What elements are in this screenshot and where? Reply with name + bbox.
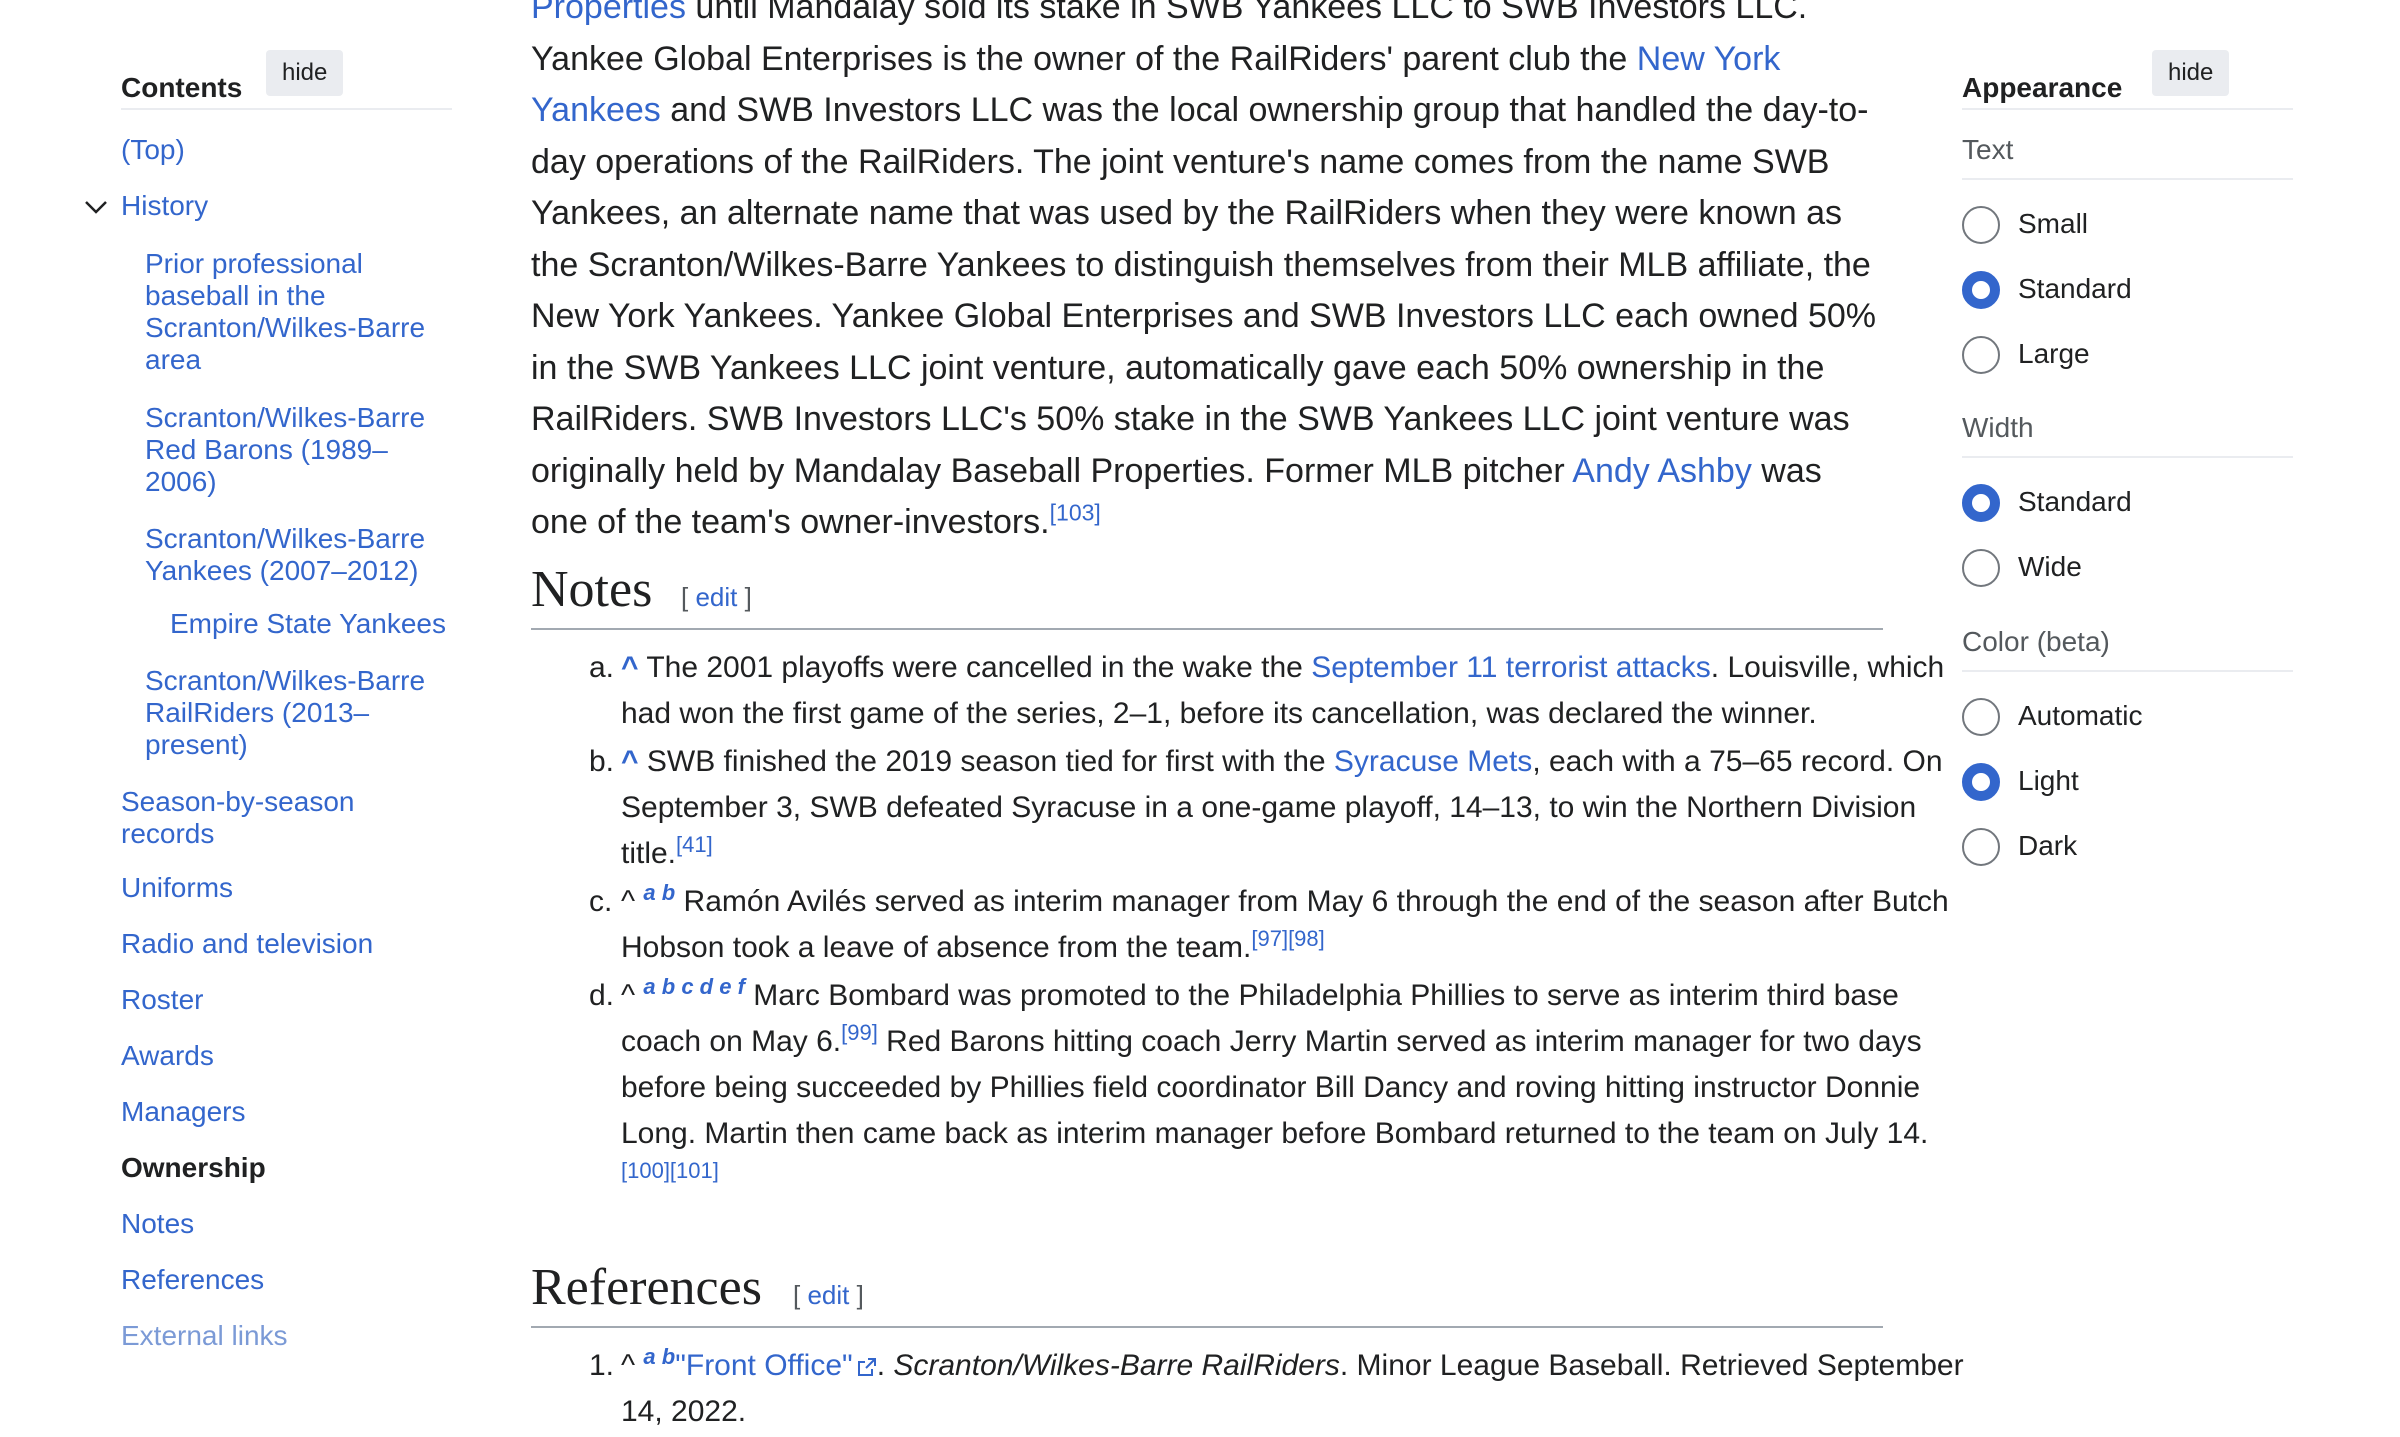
toc-item-notes[interactable]: Notes [121, 1208, 194, 1240]
citation-103[interactable]: [103] [1050, 500, 1101, 526]
citation-97-98[interactable]: [97][98] [1251, 926, 1324, 951]
appearance-title: Appearance [1962, 72, 2123, 103]
references-edit-link[interactable]: edit [807, 1280, 849, 1310]
note-item: a. ^ The 2001 playoffs were cancelled in… [589, 651, 1945, 730]
toc-item-references[interactable]: References [121, 1264, 264, 1296]
toc-item-awards[interactable]: Awards [121, 1040, 214, 1072]
references-edit-section: [ edit ] [793, 1280, 864, 1310]
toc-item-uniforms[interactable]: Uniforms [121, 872, 233, 904]
toc-item-prior-baseball[interactable]: Prior professional baseball in the Scran… [145, 248, 445, 376]
toc-header: Contents hide [121, 50, 452, 110]
appearance-hide-button[interactable]: hide [2152, 50, 2230, 96]
toc-item-swb-yankees[interactable]: Scranton/Wilkes-Barre Yankees (2007–2012… [145, 523, 445, 587]
notes-heading-title: Notes [531, 561, 653, 618]
toc-item-managers[interactable]: Managers [121, 1096, 246, 1128]
toc-item-radio-tv[interactable]: Radio and television [121, 928, 373, 960]
note-item: c. ^ a b Ramón Avilés served as interim … [589, 880, 1949, 965]
link-syracuse-mets[interactable]: Syracuse Mets [1334, 745, 1532, 778]
notes-list: a. ^ The 2001 playoffs were cancelled in… [531, 645, 1973, 1205]
link-properties[interactable]: Properties [531, 0, 686, 26]
toc-item-external-links[interactable]: External links [121, 1320, 288, 1352]
references-list: 1. ^ a b"Front Office". Scranton/Wilkes-… [531, 1343, 1973, 1437]
backlink-letters[interactable]: a b c d e f [643, 974, 744, 999]
references-heading: References [ edit ] [531, 1258, 1883, 1328]
radio-circle[interactable] [1962, 828, 2000, 866]
radio-circle-selected[interactable] [1962, 271, 2000, 309]
radio-circle[interactable] [1962, 698, 2000, 736]
link-andy-ashby[interactable]: Andy Ashby [1572, 452, 1752, 490]
backlink-letters[interactable]: a b [643, 880, 675, 905]
citation-100-101[interactable]: [100][101] [621, 1158, 719, 1183]
reference-work: Scranton/Wilkes-Barre RailRiders [893, 1349, 1340, 1382]
color-label: Color (beta) [1962, 626, 2293, 672]
text-size-label: Text [1962, 134, 2293, 180]
notes-edit-section: [ edit ] [681, 582, 752, 612]
toc-item-empire-state-yankees[interactable]: Empire State Yankees [170, 608, 470, 640]
backlink-caret[interactable]: ^ [621, 745, 639, 778]
toc-item-ownership[interactable]: Ownership [121, 1152, 266, 1184]
external-link-icon [857, 1358, 876, 1376]
toc-item-season-records[interactable]: Season-by-season records [121, 786, 421, 850]
notes-edit-link[interactable]: edit [695, 582, 737, 612]
chevron-down-icon[interactable] [83, 194, 109, 220]
appearance-header: Appearance hide [1962, 50, 2293, 110]
notes-heading: Notes [ edit ] [531, 560, 1883, 630]
reference-item: 1. ^ a b"Front Office". Scranton/Wilkes-… [589, 1344, 1964, 1429]
radio-circle-selected[interactable] [1962, 763, 2000, 801]
radio-circle[interactable] [1962, 549, 2000, 587]
link-front-office[interactable]: "Front Office" [675, 1349, 852, 1382]
toc-item-red-barons[interactable]: Scranton/Wilkes-Barre Red Barons (1989–2… [145, 402, 445, 498]
note-item: d. ^ a b c d e f Marc Bombard was promot… [589, 974, 1929, 1183]
backlink-caret[interactable]: ^ [621, 651, 639, 684]
link-september-11[interactable]: September 11 terrorist attacks [1311, 651, 1711, 684]
width-label: Width [1962, 412, 2293, 458]
citation-41[interactable]: [41] [676, 832, 713, 857]
toc-hide-button[interactable]: hide [266, 50, 344, 96]
references-heading-title: References [531, 1259, 762, 1316]
note-item: b. ^ SWB finished the 2019 season tied f… [589, 745, 1943, 870]
toc-item-railriders[interactable]: Scranton/Wilkes-Barre RailRiders (2013–p… [145, 665, 445, 761]
toc-item-top[interactable]: (Top) [121, 134, 185, 166]
ownership-paragraph: Properties until Mandalay sold its stake… [531, 0, 1883, 549]
radio-circle-selected[interactable] [1962, 484, 2000, 522]
toc-item-roster[interactable]: Roster [121, 984, 203, 1016]
backlink-letters[interactable]: a b [643, 1344, 675, 1369]
citation-99[interactable]: [99] [841, 1020, 878, 1045]
radio-circle[interactable] [1962, 336, 2000, 374]
toc-title: Contents [121, 72, 243, 103]
toc-item-history[interactable]: History [121, 190, 208, 222]
radio-circle[interactable] [1962, 206, 2000, 244]
